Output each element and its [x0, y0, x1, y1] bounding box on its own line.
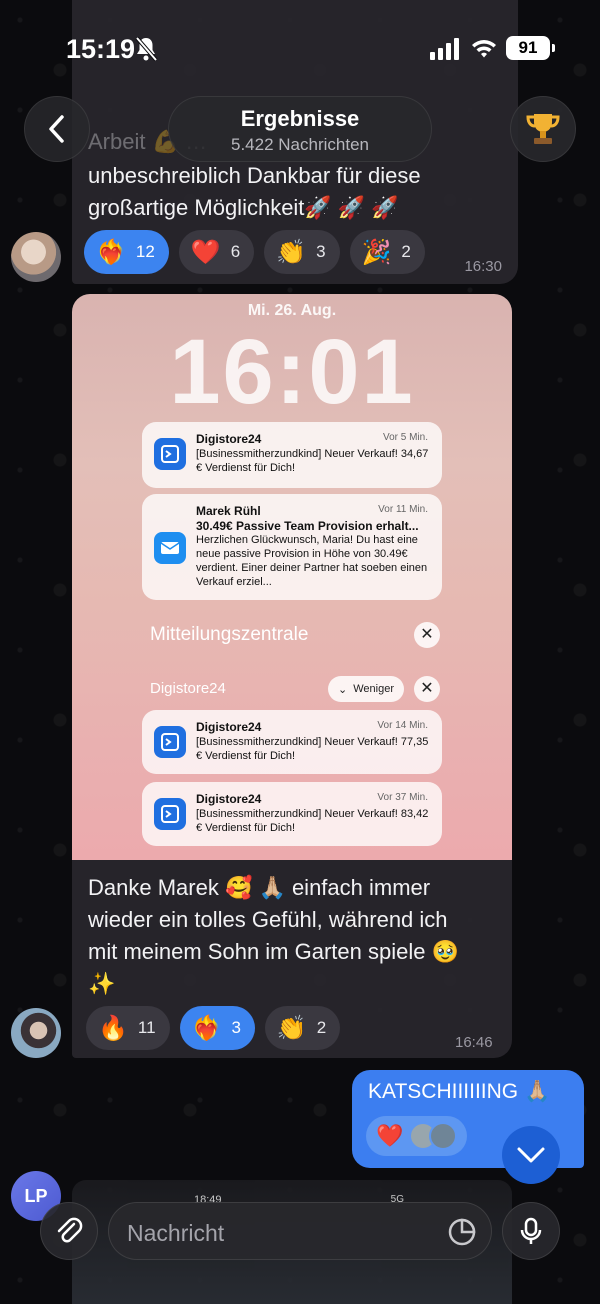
- reaction-heart-fire[interactable]: ❤️‍🔥 12: [84, 230, 169, 274]
- sender-avatar-1[interactable]: [11, 232, 61, 282]
- notification-app: Marek Rühl: [196, 504, 261, 518]
- close-icon: ✕: [414, 676, 440, 702]
- message-placeholder: Nachricht: [127, 1220, 225, 1246]
- paperclip-icon: [57, 1217, 83, 1243]
- mail-icon: [154, 532, 186, 564]
- sender-avatar-2[interactable]: [11, 1008, 61, 1058]
- close-icon: ✕: [414, 622, 440, 648]
- notification-4: Digistore24 Vor 37 Min. [Businessmitherz…: [142, 782, 442, 846]
- notification-time: Vor 11 Min.: [378, 504, 428, 515]
- outgoing-text: KATSCHIIIIIING 🙏🏼: [368, 1080, 551, 1103]
- reaction-count: 11: [137, 1018, 156, 1037]
- notification-time: Vor 5 Min.: [382, 432, 428, 443]
- microphone-icon: [520, 1217, 542, 1244]
- reaction-count: 2: [401, 242, 411, 261]
- heart-icon: ❤️: [190, 238, 221, 266]
- notification-1: Digistore24 Vor 5 Min. [Businessmitherzu…: [142, 422, 442, 488]
- reaction-party[interactable]: 🎉 2: [349, 230, 425, 274]
- chat-title[interactable]: Ergebnisse 5.422 Nachrichten: [168, 96, 432, 162]
- reaction-clap[interactable]: 👏 3: [264, 230, 340, 274]
- message-2-line-1: Danke Marek 🥰 🙏🏼 einfach immer: [88, 875, 431, 900]
- message-input[interactable]: Nachricht: [108, 1202, 492, 1260]
- notification-2: Marek Rühl Vor 11 Min. 30.49€ Passive Te…: [142, 494, 442, 600]
- notification-app: Digistore24: [196, 432, 262, 446]
- lockscreen-date: Mi. 26. Aug.: [247, 302, 337, 319]
- group-label: Digistore24: [150, 680, 226, 697]
- fire-icon: 🔥: [98, 1014, 128, 1042]
- signal-icon: [430, 38, 459, 60]
- reaction-count: 3: [316, 242, 326, 261]
- trophy-icon: [526, 114, 560, 144]
- notification-body: [Businessmitherzundkind] Neuer Verkauf! …: [196, 808, 429, 834]
- notification-title: 30.49€ Passive Team Provision erhalt...: [196, 519, 419, 533]
- reaction-fire[interactable]: 🔥 11: [86, 1006, 170, 1050]
- scroll-down-button[interactable]: [502, 1126, 560, 1184]
- notification-app: Digistore24: [196, 792, 262, 806]
- heart-fire-icon: ❤️‍🔥: [96, 238, 126, 266]
- less-button: ⌄ Weniger: [328, 676, 404, 702]
- message-1-line-3: großartige Möglichkeit🚀 🚀 🚀: [88, 195, 399, 220]
- notification-body: 30.49€ Passive Team Provision erhalt... …: [196, 519, 430, 589]
- reaction-count: 2: [316, 1018, 327, 1037]
- reaction-heart[interactable]: ❤️ 6: [178, 230, 255, 274]
- clap-icon: 👏: [276, 1014, 307, 1042]
- bell-off-icon: [135, 36, 158, 62]
- notification-app: Digistore24: [196, 720, 262, 734]
- sticker-icon[interactable]: [447, 1217, 477, 1247]
- message-2-reactions: 🔥 11 ❤️‍🔥 3 👏 2: [86, 1006, 341, 1050]
- outgoing-reaction[interactable]: ❤️: [366, 1116, 468, 1156]
- digistore-icon: [154, 798, 186, 830]
- reactor-avatar: [429, 1122, 458, 1150]
- page-title: Ergebnisse: [240, 106, 360, 131]
- message-2-line-2: wieder ein tolles Gefühl, während ich: [88, 907, 448, 932]
- chevron-down-icon: [517, 1147, 545, 1163]
- reaction-clap[interactable]: 👏 2: [264, 1006, 341, 1050]
- member-count: 5.422 Nachrichten: [231, 135, 369, 154]
- digistore-icon: [154, 726, 186, 758]
- status-time: 15:19: [66, 34, 136, 64]
- party-popper-icon: 🎉: [361, 238, 392, 266]
- battery-indicator: 91: [506, 36, 555, 60]
- heart-fire-icon: ❤️‍🔥: [191, 1014, 222, 1042]
- microphone-button[interactable]: [502, 1202, 560, 1260]
- heart-icon: ❤️: [376, 1123, 404, 1148]
- digistore-icon: [154, 438, 186, 470]
- message-1-time: 16:30: [464, 258, 502, 275]
- message-2-line-3: mit meinem Sohn im Garten spiele 🥹: [88, 939, 459, 964]
- notification-time: Vor 37 Min.: [377, 792, 428, 803]
- clap-icon: 👏: [276, 238, 307, 266]
- message-2-line-4: ✨: [88, 971, 116, 996]
- status-bar: 15:19 91: [0, 0, 600, 96]
- reaction-count: 3: [231, 1018, 241, 1037]
- notification-time: Vor 14 Min.: [377, 720, 428, 731]
- message-1-reactions: ❤️‍🔥 12 ❤️ 6 👏 3 🎉 2: [84, 230, 425, 274]
- wifi-icon: [472, 40, 496, 58]
- notification-3: Digistore24 Vor 14 Min. [Businessmitherz…: [142, 710, 442, 774]
- notification-body: [Businessmitherzundkind] Neuer Verkauf! …: [196, 736, 429, 762]
- reaction-count: 6: [230, 242, 241, 261]
- message-1-line-2: unbeschreiblich Dankbar für diese: [88, 163, 421, 188]
- attached-screenshot[interactable]: Mi. 26. Aug. 16:01 Digistore24 Vor 5 Min…: [72, 294, 512, 860]
- notification-body: [Businessmitherzundkind] Neuer Verkauf! …: [196, 448, 429, 474]
- message-2-time: 16:46: [455, 1034, 493, 1051]
- reaction-count: 12: [135, 242, 155, 261]
- chevron-left-icon: [49, 115, 64, 143]
- reaction-heart-fire[interactable]: ❤️‍🔥 3: [179, 1006, 255, 1050]
- group-avatar[interactable]: [510, 96, 576, 162]
- chevron-down-icon: ⌄: [338, 683, 348, 696]
- lockscreen-clock: 16:01: [169, 321, 415, 423]
- attach-button[interactable]: [40, 1202, 98, 1260]
- back-button[interactable]: [24, 96, 90, 162]
- notification-text: Herzlichen Glückwunsch, Maria! Du hast e…: [196, 534, 428, 588]
- notification-center-label: Mitteilungszentrale: [150, 624, 309, 645]
- less-label: Weniger: [353, 683, 394, 695]
